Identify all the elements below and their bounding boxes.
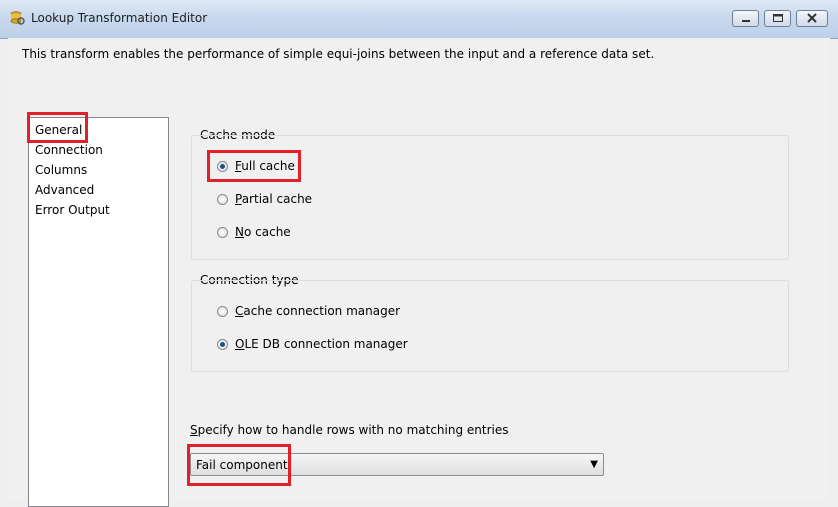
radio-button[interactable] [217, 193, 228, 205]
radio-label-partial-cache: Partial cache [235, 192, 313, 206]
radio-label-no-cache: No cache [235, 225, 291, 239]
nav-item-columns[interactable]: Columns [35, 163, 87, 177]
radio-button[interactable] [217, 226, 228, 238]
radio-cache-connection-manager[interactable]: Cache connection manager [217, 303, 400, 319]
radio-label-oledb-connection: OLE DB connection manager [235, 337, 408, 351]
highlight-full-cache [207, 150, 301, 182]
dropdown-arrow-icon[interactable]: ▼ [590, 459, 598, 470]
radio-oledb-connection-manager[interactable]: OLE DB connection manager [217, 336, 408, 352]
title-bar: Lookup Transformation Editor [0, 0, 838, 39]
radio-label-cache-connection: Cache connection manager [235, 304, 401, 318]
no-match-label: Specify how to handle rows with no match… [190, 423, 509, 437]
radio-partial-cache[interactable]: Partial cache [217, 191, 312, 207]
highlight-general [27, 112, 88, 143]
lookup-transform-icon [10, 11, 25, 25]
window-title: Lookup Transformation Editor [31, 11, 208, 25]
maximize-button[interactable] [764, 10, 791, 27]
highlight-fail-component [187, 444, 291, 486]
radio-button-checked[interactable] [217, 338, 228, 350]
minimize-button[interactable] [732, 10, 759, 27]
maximize-icon [773, 14, 783, 22]
radio-button[interactable] [217, 305, 228, 317]
description-text: This transform enables the performance o… [22, 47, 655, 61]
minimize-icon [742, 20, 750, 22]
close-icon [807, 13, 817, 23]
nav-list: General Connection Columns Advanced Erro… [28, 117, 169, 507]
connection-type-group [191, 280, 789, 372]
close-button[interactable] [796, 10, 828, 27]
radio-no-cache[interactable]: No cache [217, 224, 291, 240]
nav-item-advanced[interactable]: Advanced [35, 183, 94, 197]
nav-item-error-output[interactable]: Error Output [35, 203, 110, 217]
nav-item-connection[interactable]: Connection [35, 143, 103, 157]
